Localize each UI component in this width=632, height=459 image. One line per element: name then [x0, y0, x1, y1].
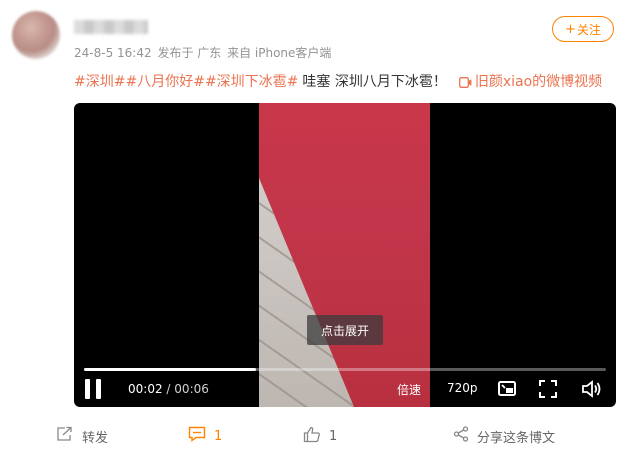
video-icon	[458, 74, 472, 94]
topic-link[interactable]: #深圳下冰雹#	[205, 74, 298, 90]
speed-button[interactable]: 倍速	[397, 381, 421, 398]
share-icon	[453, 426, 477, 446]
repost-button[interactable]: 转发	[56, 426, 108, 446]
share-button[interactable]: 分享这条博文	[453, 426, 555, 446]
duration: 00:06	[174, 382, 209, 396]
share-label: 分享这条博文	[477, 430, 556, 446]
time-display: 00:02 / 00:06	[128, 382, 209, 396]
username-blurred[interactable]	[74, 20, 148, 34]
avatar[interactable]	[12, 11, 60, 59]
repost-icon	[56, 426, 82, 446]
comment-count: 1	[214, 428, 223, 444]
volume-icon[interactable]	[581, 379, 601, 399]
post-meta: 24-8-5 16:42 发布于 广东 来自 iPhone客户端	[74, 44, 333, 61]
video-source-label: 旧颜xiao的微博视频	[474, 74, 603, 90]
video-player[interactable]: 点击展开 00:02 / 00:06 倍速 720p	[74, 103, 616, 407]
time-separator: /	[166, 382, 171, 396]
follow-button[interactable]: + 关注	[552, 16, 614, 42]
like-button[interactable]: 1	[303, 426, 337, 447]
video-source-link[interactable]: 旧颜xiao的微博视频	[458, 74, 603, 90]
fullscreen-icon[interactable]	[538, 379, 558, 399]
comment-icon	[188, 426, 214, 446]
picture-in-picture-icon[interactable]	[497, 379, 517, 399]
post-text: #深圳##八月你好##深圳下冰雹# 哇塞 深圳八月下冰雹！ 旧颜xiao的微博视频	[74, 72, 602, 94]
post-body: 哇塞 深圳八月下冰雹！	[302, 74, 447, 90]
video-frame	[259, 103, 430, 407]
repost-label: 转发	[82, 430, 109, 446]
topic-link[interactable]: #八月你好#	[125, 74, 204, 90]
action-bar: 转发 1 1 分享这条博文	[0, 420, 632, 450]
topic-link[interactable]: #深圳#	[74, 74, 125, 90]
thumbs-up-icon	[303, 426, 329, 447]
like-count: 1	[329, 429, 338, 444]
follow-label: 关注	[576, 22, 601, 37]
post-source: 来自 iPhone客户端	[227, 46, 332, 60]
pause-bar	[85, 379, 90, 399]
pause-button[interactable]	[84, 379, 102, 399]
progress-fill	[84, 368, 257, 371]
post-location: 发布于 广东	[157, 46, 222, 60]
expand-button[interactable]: 点击展开	[307, 315, 383, 345]
plus-icon: +	[565, 21, 576, 37]
quality-button[interactable]: 720p	[447, 381, 478, 395]
current-time: 00:02	[128, 382, 163, 396]
post-timestamp[interactable]: 24-8-5 16:42	[74, 46, 152, 60]
progress-bar[interactable]	[84, 368, 606, 371]
comment-button[interactable]: 1	[188, 426, 222, 446]
pause-bar	[96, 379, 101, 399]
